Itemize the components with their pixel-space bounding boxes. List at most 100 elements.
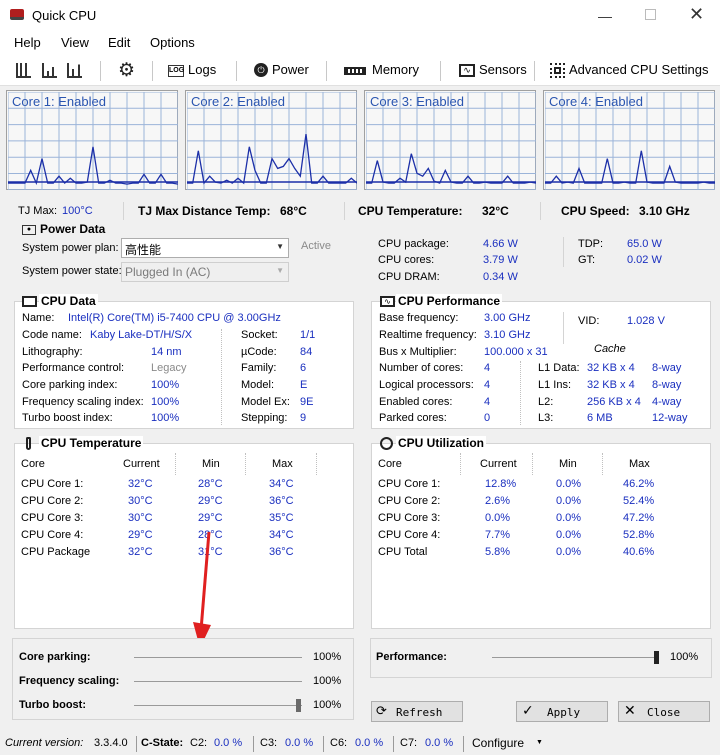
table-header-max: Max: [272, 458, 293, 470]
c7-value: 0.0 %: [425, 737, 454, 749]
lithography-label: Lithography:: [22, 346, 83, 358]
advanced-cpu-settings-button[interactable]: Advanced CPU Settings: [569, 62, 708, 77]
cpu-dram-value: 0.34 W: [483, 271, 518, 283]
status-bar: Current version: 3.3.4.0 C-State: C2: 0.…: [0, 733, 720, 755]
table-row: CPU Package: [21, 546, 91, 558]
l2-label: L2:: [538, 396, 554, 408]
close-button[interactable]: ✕ Close: [618, 701, 710, 722]
apply-label: Apply: [547, 706, 581, 719]
core-graph-3: Core 3: Enabled: [364, 90, 536, 190]
performance-slider[interactable]: [492, 657, 658, 658]
base-frequency-label: Base frequency:: [379, 312, 459, 324]
table-row: CPU Core 1:: [21, 478, 84, 490]
turbo-boost-index-label: Turbo boost index:: [22, 412, 113, 424]
util-max: 46.2%: [623, 478, 655, 490]
lithography-value: 14 nm: [151, 346, 182, 358]
temp-current: 32°C: [128, 546, 153, 558]
checkmark-icon: ✓: [522, 703, 534, 719]
cpu-speed-label: CPU Speed:: [561, 204, 630, 218]
sensors-button[interactable]: Sensors: [479, 62, 527, 77]
core-2-status: Core 2: Enabled: [191, 94, 285, 109]
cache-label: Cache: [594, 343, 626, 355]
c2-value: 0.0 %: [214, 737, 243, 749]
version-value: 3.3.4.0: [94, 737, 128, 749]
logs-button[interactable]: Logs: [188, 62, 216, 77]
performance-control-value: Legacy: [151, 362, 187, 374]
l1-ins-assoc: 8-way: [652, 379, 682, 391]
util-max: 52.8%: [623, 529, 655, 541]
model-value: E: [300, 379, 308, 391]
sensors-icon[interactable]: ∿: [459, 64, 475, 77]
close-label: Close: [647, 706, 681, 719]
temp-min: 29°C: [198, 495, 223, 507]
annotation-arrow: [193, 531, 211, 648]
bar-chart-3-icon[interactable]: [67, 63, 82, 78]
title-bar: Quick CPU — ✕: [0, 0, 720, 31]
maximize-button[interactable]: [645, 9, 656, 20]
tdp-label: TDP:: [578, 238, 604, 250]
performance-slider-thumb[interactable]: [654, 651, 659, 664]
l1-ins-label: L1 Ins:: [538, 379, 572, 391]
power-state-label: System power state:: [22, 265, 122, 277]
chevron-down-icon: ▼: [536, 739, 543, 746]
memory-button[interactable]: Memory: [372, 62, 419, 77]
power-plan-select[interactable]: 高性能 ▼: [121, 238, 289, 258]
table-header-current: Current: [480, 458, 517, 470]
power-button[interactable]: Power: [272, 62, 309, 77]
core-graph-4: Core 4: Enabled: [543, 90, 715, 190]
memory-icon[interactable]: [344, 67, 366, 75]
frequency-scaling-value: 100%: [313, 675, 342, 687]
cpu-temperature-value: 32°C: [482, 204, 509, 218]
temp-current: 30°C: [128, 512, 153, 524]
util-min: 0.0%: [556, 529, 582, 541]
apply-button[interactable]: ✓ Apply: [516, 701, 608, 722]
table-header-min: Min: [202, 458, 220, 470]
menu-edit[interactable]: Edit: [108, 35, 130, 50]
gauge-icon: [380, 437, 393, 450]
chevron-down-icon: ▼: [276, 242, 284, 251]
realtime-frequency-label: Realtime frequency:: [379, 329, 477, 341]
temp-max: 36°C: [269, 495, 294, 507]
util-min: 0.0%: [556, 546, 582, 558]
bus-multiplier-value: 100.000 x 31: [484, 346, 548, 358]
core-parking-slider[interactable]: [134, 657, 302, 658]
turbo-boost-slider-thumb[interactable]: [296, 699, 301, 712]
c6-value: 0.0 %: [355, 737, 384, 749]
menu-help[interactable]: Help: [14, 35, 41, 50]
table-row: CPU Core 4:: [21, 529, 84, 541]
menu-options[interactable]: Options: [150, 35, 195, 50]
gear-icon[interactable]: ⚙: [118, 59, 135, 82]
table-row: CPU Core 1:: [378, 478, 441, 490]
bar-chart-icon[interactable]: [16, 63, 31, 78]
tdp-value: 65.0 W: [627, 238, 662, 250]
temp-current: 32°C: [128, 478, 153, 490]
enabled-cores-value: 4: [484, 396, 491, 408]
minimize-button[interactable]: —: [598, 8, 612, 24]
l3-assoc: 12-way: [652, 412, 688, 424]
refresh-button[interactable]: ⟳ Refresh: [371, 701, 463, 722]
window-close-button[interactable]: ✕: [689, 4, 704, 25]
turbo-boost-slider[interactable]: [134, 705, 302, 706]
toolbar: ⚙ LOG Logs ⏻ Power Memory ∿ Sensors Adva…: [0, 55, 720, 86]
socket-label: Socket:: [241, 329, 278, 341]
logical-processors-value: 4: [484, 379, 491, 391]
code-name-label: Code name:: [22, 329, 82, 341]
cpu-temperature-title: CPU Temperature: [39, 436, 144, 450]
logs-icon[interactable]: LOG: [168, 65, 184, 77]
performance-label: Performance:: [376, 651, 447, 663]
performance-value: 100%: [670, 651, 699, 663]
stepping-value: 9: [300, 412, 307, 424]
table-header-min: Min: [559, 458, 577, 470]
frequency-scaling-slider[interactable]: [134, 681, 302, 682]
cpu-chip-icon[interactable]: [550, 63, 565, 78]
core-parking-index-label: Core parking index:: [22, 379, 118, 391]
power-data-title: Power Data: [40, 222, 106, 236]
power-icon[interactable]: ⏻: [254, 63, 268, 77]
base-frequency-value: 3.00 GHz: [484, 312, 531, 324]
cpu-data-title: CPU Data: [39, 294, 98, 308]
bar-chart-2-icon[interactable]: [42, 63, 57, 78]
configure-menu[interactable]: Configure: [472, 736, 524, 750]
temp-max: 36°C: [269, 546, 294, 558]
c3-value: 0.0 %: [285, 737, 314, 749]
menu-view[interactable]: View: [61, 35, 89, 50]
